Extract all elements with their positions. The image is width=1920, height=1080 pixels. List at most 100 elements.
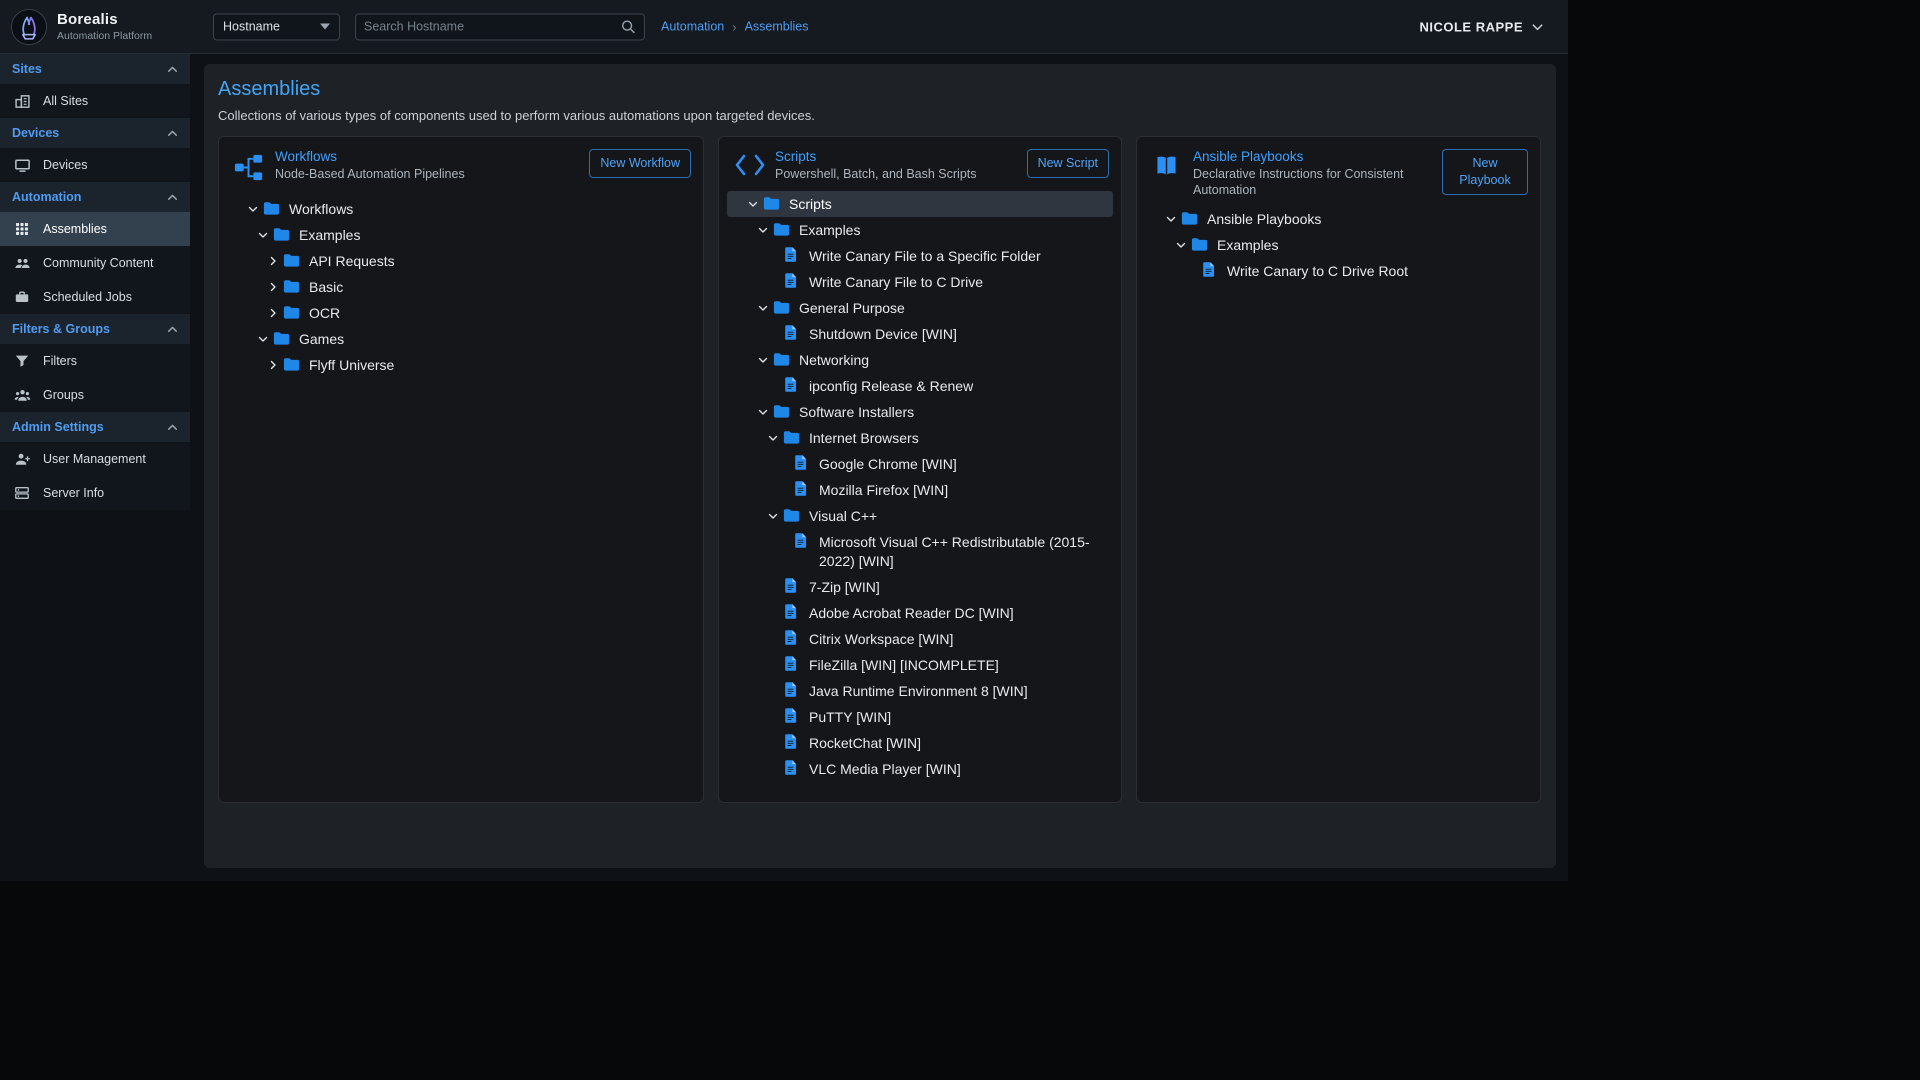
tree-folder-row[interactable]: Networking [727,347,1113,373]
tree-file-row[interactable]: Write Canary to C Drive Root [1145,258,1532,284]
tree-folder-row[interactable]: OCR [227,300,695,326]
breadcrumb-link-assemblies[interactable]: Assemblies [745,20,809,34]
breadcrumb-link-automation[interactable]: Automation [661,20,724,34]
sidebar-item-label: Server Info [43,486,104,500]
scripts-card-subtitle: Powershell, Batch, and Bash Scripts [775,167,1019,183]
chevron-right-icon[interactable] [263,248,282,268]
chevron-down-icon[interactable] [763,425,782,445]
tree-file-row[interactable]: Shutdown Device [WIN] [727,321,1113,347]
user-menu[interactable]: NICOLE RAPPE [1419,19,1545,34]
file-icon [1200,258,1225,278]
tree-item-label: Adobe Acrobat Reader DC [WIN] [807,600,1016,626]
tree-file-row[interactable]: Google Chrome [WIN] [727,451,1113,477]
new-workflow-button[interactable]: New Workflow [589,149,691,178]
new-playbook-button[interactable]: New Playbook [1442,149,1528,195]
tree-file-row[interactable]: Mozilla Firefox [WIN] [727,477,1113,503]
sidebar-item-server-info[interactable]: Server Info [0,476,190,510]
sidebar-section-header[interactable]: Devices [0,118,190,148]
tree-file-row[interactable]: VLC Media Player [WIN] [727,756,1113,782]
tree-folder-row[interactable]: General Purpose [727,295,1113,321]
tree-file-row[interactable]: Citrix Workspace [WIN] [727,626,1113,652]
chevron-down-icon[interactable] [763,503,782,523]
chevron-right-icon[interactable] [263,274,282,294]
tree-folder-row[interactable]: Examples [727,217,1113,243]
tree-folder-row[interactable]: Scripts [727,191,1113,217]
file-icon [782,756,807,776]
tree-file-row[interactable]: FileZilla [WIN] [INCOMPLETE] [727,652,1113,678]
tree-folder-row[interactable]: Workflows [227,196,695,222]
sidebar-item-scheduled-jobs[interactable]: Scheduled Jobs [0,280,190,314]
sidebar-section-label: Sites [12,62,165,76]
code-icon [733,149,769,183]
breadcrumb-separator: › [732,19,736,34]
search-box [355,13,645,40]
tree-file-row[interactable]: PuTTY [WIN] [727,704,1113,730]
chevron-down-icon[interactable] [753,217,772,237]
chevron-down-icon[interactable] [1171,232,1190,252]
file-icon [782,652,807,672]
sidebar-section-header[interactable]: Sites [0,54,190,84]
tree-folder-row[interactable]: Examples [1145,232,1532,258]
chevron-down-icon[interactable] [743,191,762,211]
sidebar-section-header[interactable]: Automation [0,182,190,212]
tree-folder-row[interactable]: Flyff Universe [227,352,695,378]
tree-folder-row[interactable]: Visual C++ [727,503,1113,529]
folder-icon [272,222,297,244]
chevron-right-icon[interactable] [263,352,282,372]
tree-file-row[interactable]: Write Canary File to a Specific Folder [727,243,1113,269]
sidebar-item-community-content[interactable]: Community Content [0,246,190,280]
sidebar-item-user-management[interactable]: User Management [0,442,190,476]
sidebar-item-label: Assemblies [43,222,107,236]
scripts-tree: ScriptsExamplesWrite Canary File to a Sp… [719,191,1121,782]
chevron-right-icon[interactable] [263,300,282,320]
sidebar-section-header[interactable]: Filters & Groups [0,314,190,344]
tree-file-row[interactable]: Microsoft Visual C++ Redistributable (20… [727,529,1113,574]
tree-file-row[interactable]: RocketChat [WIN] [727,730,1113,756]
tree-file-row[interactable]: Adobe Acrobat Reader DC [WIN] [727,600,1113,626]
tree-file-row[interactable]: ipconfig Release & Renew [727,373,1113,399]
tree-folder-row[interactable]: Games [227,326,695,352]
tree-item-label: Internet Browsers [807,425,921,451]
tree-item-label: Scripts [787,191,834,217]
hostname-select[interactable]: Hostname [213,13,340,40]
sidebar-section-header[interactable]: Admin Settings [0,412,190,442]
sidebar-item-groups[interactable]: Groups [0,378,190,412]
chevron-spacer [763,373,782,379]
tree-file-row[interactable]: 7-Zip [WIN] [727,574,1113,600]
new-script-button[interactable]: New Script [1027,149,1109,178]
tree-folder-row[interactable]: Basic [227,274,695,300]
tree-folder-row[interactable]: Internet Browsers [727,425,1113,451]
tree-item-label: Software Installers [797,399,916,425]
chevron-down-icon[interactable] [753,295,772,315]
main-panel: Assemblies Collections of various types … [204,64,1556,868]
chevron-down-icon[interactable] [753,347,772,367]
sidebar-item-all-sites[interactable]: All Sites [0,84,190,118]
filters-icon [14,353,32,369]
search-input[interactable] [364,20,620,34]
sidebar-item-assemblies[interactable]: Assemblies [0,212,190,246]
tree-folder-row[interactable]: API Requests [227,248,695,274]
chevron-down-icon[interactable] [253,222,272,242]
sidebar-item-devices[interactable]: Devices [0,148,190,182]
chevron-spacer [773,451,792,457]
tree-file-row[interactable]: Write Canary File to C Drive [727,269,1113,295]
app-window: Borealis Automation Platform Hostname Au… [0,0,1568,881]
chevron-down-icon[interactable] [1161,206,1180,226]
tree-folder-row[interactable]: Software Installers [727,399,1113,425]
chevron-up-icon [165,126,180,141]
folder-icon [1190,232,1215,254]
tree-folder-row[interactable]: Examples [227,222,695,248]
folder-icon [282,300,307,322]
tree-folder-row[interactable]: Ansible Playbooks [1145,206,1532,232]
tree-file-row[interactable]: Java Runtime Environment 8 [WIN] [727,678,1113,704]
workflow-icon [233,149,269,188]
sidebar-item-filters[interactable]: Filters [0,344,190,378]
chevron-down-icon[interactable] [753,399,772,419]
chevron-down-icon[interactable] [253,326,272,346]
file-icon [782,626,807,646]
tree-item-label: Citrix Workspace [WIN] [807,626,955,652]
chevron-down-icon[interactable] [243,196,262,216]
tree-item-label: FileZilla [WIN] [INCOMPLETE] [807,652,1001,678]
chevron-spacer [763,269,782,275]
tree-item-label: Microsoft Visual C++ Redistributable (20… [817,529,1113,574]
